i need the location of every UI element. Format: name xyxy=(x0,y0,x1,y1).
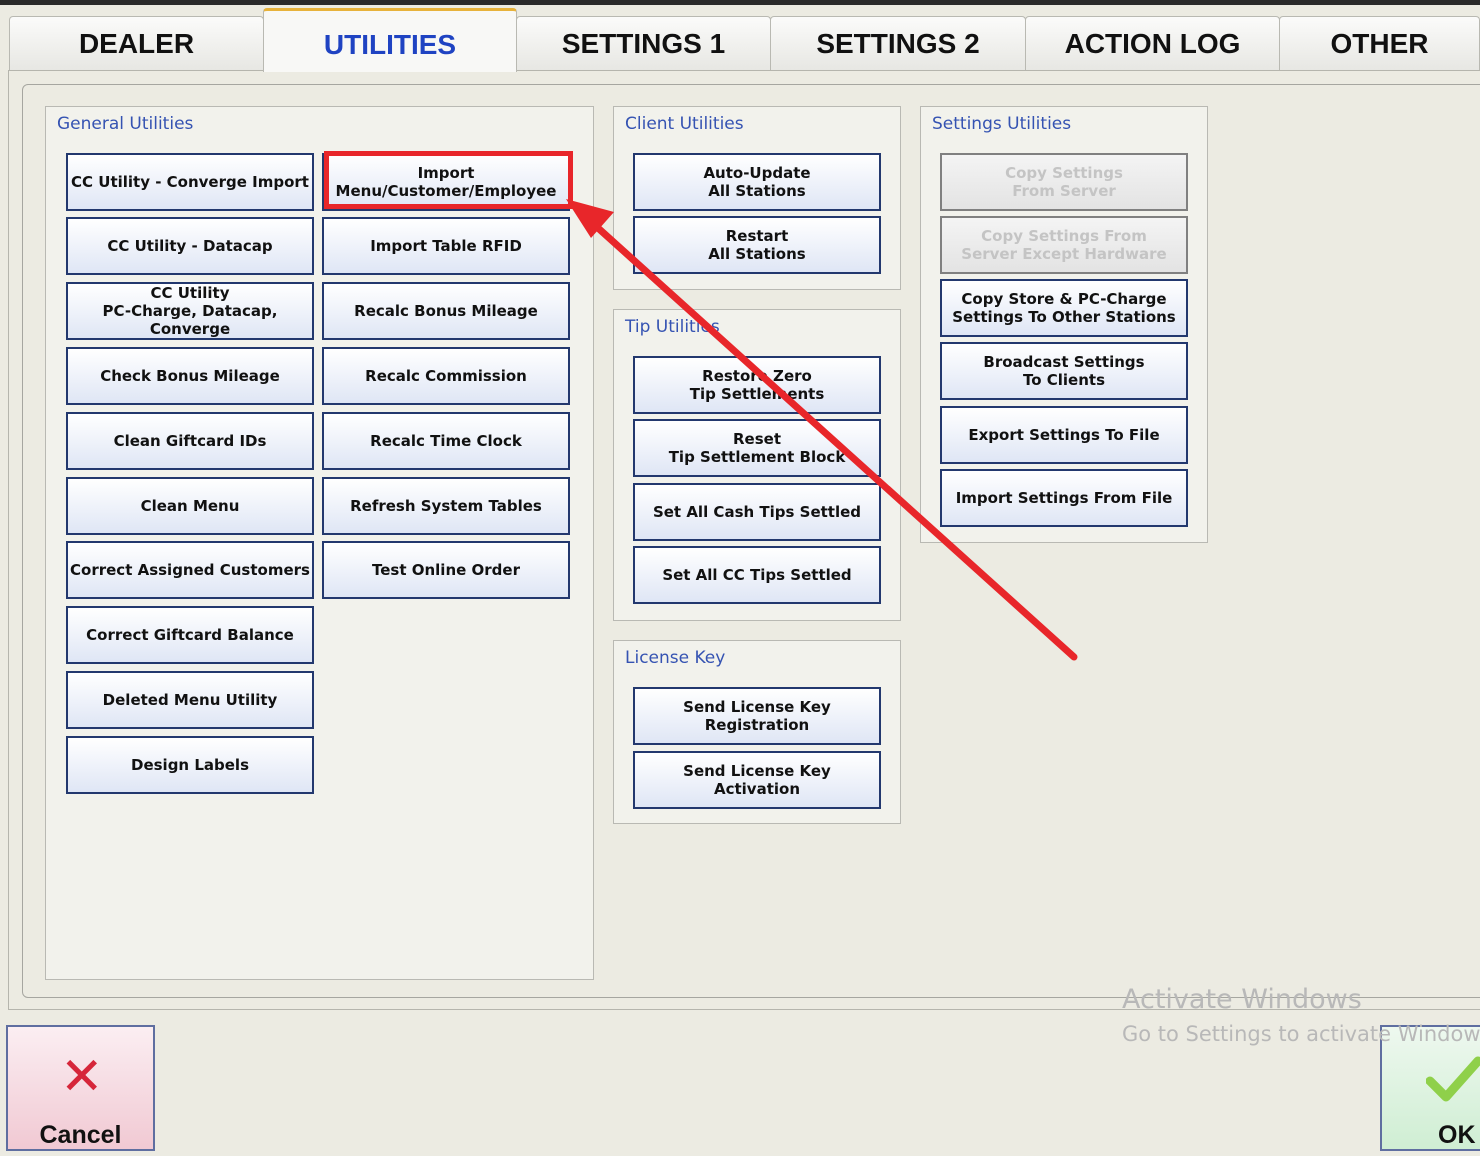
activate-windows-title: Activate Windows xyxy=(1122,984,1362,1015)
clean-menu-button[interactable]: Clean Menu xyxy=(66,477,314,535)
test-online-order-button[interactable]: Test Online Order xyxy=(322,541,570,599)
import-menu-customer-employee-button[interactable]: Import Menu/Customer/Employee xyxy=(322,153,570,211)
send-license-key-registration-button[interactable]: Send License Key Registration xyxy=(633,687,881,745)
activate-windows-subtitle: Go to Settings to activate Windows. xyxy=(1122,1022,1480,1046)
auto-update-all-stations-button[interactable]: Auto-Update All Stations xyxy=(633,153,881,211)
license-key-title: License Key xyxy=(625,648,726,668)
import-table-rfid-button[interactable]: Import Table RFID xyxy=(322,217,570,275)
settings-utilities-title: Settings Utilities xyxy=(932,114,1072,134)
general-utilities-title: General Utilities xyxy=(57,114,194,134)
tab-dealer[interactable]: DEALER xyxy=(9,16,264,70)
cancel-button[interactable]: ✕ Cancel xyxy=(6,1025,155,1151)
restart-all-stations-button[interactable]: Restart All Stations xyxy=(633,216,881,274)
check-bonus-mileage-button[interactable]: Check Bonus Mileage xyxy=(66,347,314,405)
design-labels-button[interactable]: Design Labels xyxy=(66,736,314,794)
import-settings-button[interactable]: Import Settings From File xyxy=(940,469,1188,527)
refresh-system-tables-button[interactable]: Refresh System Tables xyxy=(322,477,570,535)
tip-utilities-title: Tip Utilities xyxy=(625,317,720,337)
copy-store-pc-charge-settings-button[interactable]: Copy Store & PC-Charge Settings To Other… xyxy=(940,279,1188,337)
recalc-bonus-mileage-button[interactable]: Recalc Bonus Mileage xyxy=(322,282,570,340)
client-utilities-title: Client Utilities xyxy=(625,114,744,134)
tab-settings-2[interactable]: SETTINGS 2 xyxy=(770,16,1026,70)
tab-settings-1[interactable]: SETTINGS 1 xyxy=(516,16,771,70)
recalc-time-clock-button[interactable]: Recalc Time Clock xyxy=(322,412,570,470)
correct-giftcard-balance-button[interactable]: Correct Giftcard Balance xyxy=(66,606,314,664)
clean-giftcard-ids-button[interactable]: Clean Giftcard IDs xyxy=(66,412,314,470)
deleted-menu-utility-button[interactable]: Deleted Menu Utility xyxy=(66,671,314,729)
checkmark-icon xyxy=(1426,1056,1480,1102)
cc-utility-converge-import-button[interactable]: CC Utility - Converge Import xyxy=(66,153,314,211)
broadcast-settings-button[interactable]: Broadcast Settings To Clients xyxy=(940,342,1188,400)
recalc-commission-button[interactable]: Recalc Commission xyxy=(322,347,570,405)
ok-label: OK xyxy=(1438,1121,1476,1149)
cc-utility-datacap-button[interactable]: CC Utility - Datacap xyxy=(66,217,314,275)
cancel-label: Cancel xyxy=(39,1121,122,1149)
set-all-cc-tips-settled-button[interactable]: Set All CC Tips Settled xyxy=(633,546,881,604)
export-settings-button[interactable]: Export Settings To File xyxy=(940,406,1188,464)
cc-utility-multi-button[interactable]: CC Utility PC-Charge, Datacap, Converge xyxy=(66,282,314,340)
tab-action-log[interactable]: ACTION LOG xyxy=(1025,16,1280,70)
restore-zero-tip-settlements-button[interactable]: Restore Zero Tip Settlements xyxy=(633,356,881,414)
copy-settings-except-hardware-button: Copy Settings From Server Except Hardwar… xyxy=(940,216,1188,274)
reset-tip-settlement-block-button[interactable]: Reset Tip Settlement Block xyxy=(633,419,881,477)
tab-strip: DEALER UTILITIES SETTINGS 1 SETTINGS 2 A… xyxy=(0,0,1480,72)
set-all-cash-tips-settled-button[interactable]: Set All Cash Tips Settled xyxy=(633,483,881,541)
send-license-key-activation-button[interactable]: Send License Key Activation xyxy=(633,751,881,809)
close-icon: ✕ xyxy=(60,1047,104,1107)
correct-assigned-customers-button[interactable]: Correct Assigned Customers xyxy=(66,541,314,599)
tab-utilities[interactable]: UTILITIES xyxy=(263,8,517,72)
tab-other[interactable]: OTHER xyxy=(1279,16,1480,70)
copy-settings-from-server-button: Copy Settings From Server xyxy=(940,153,1188,211)
